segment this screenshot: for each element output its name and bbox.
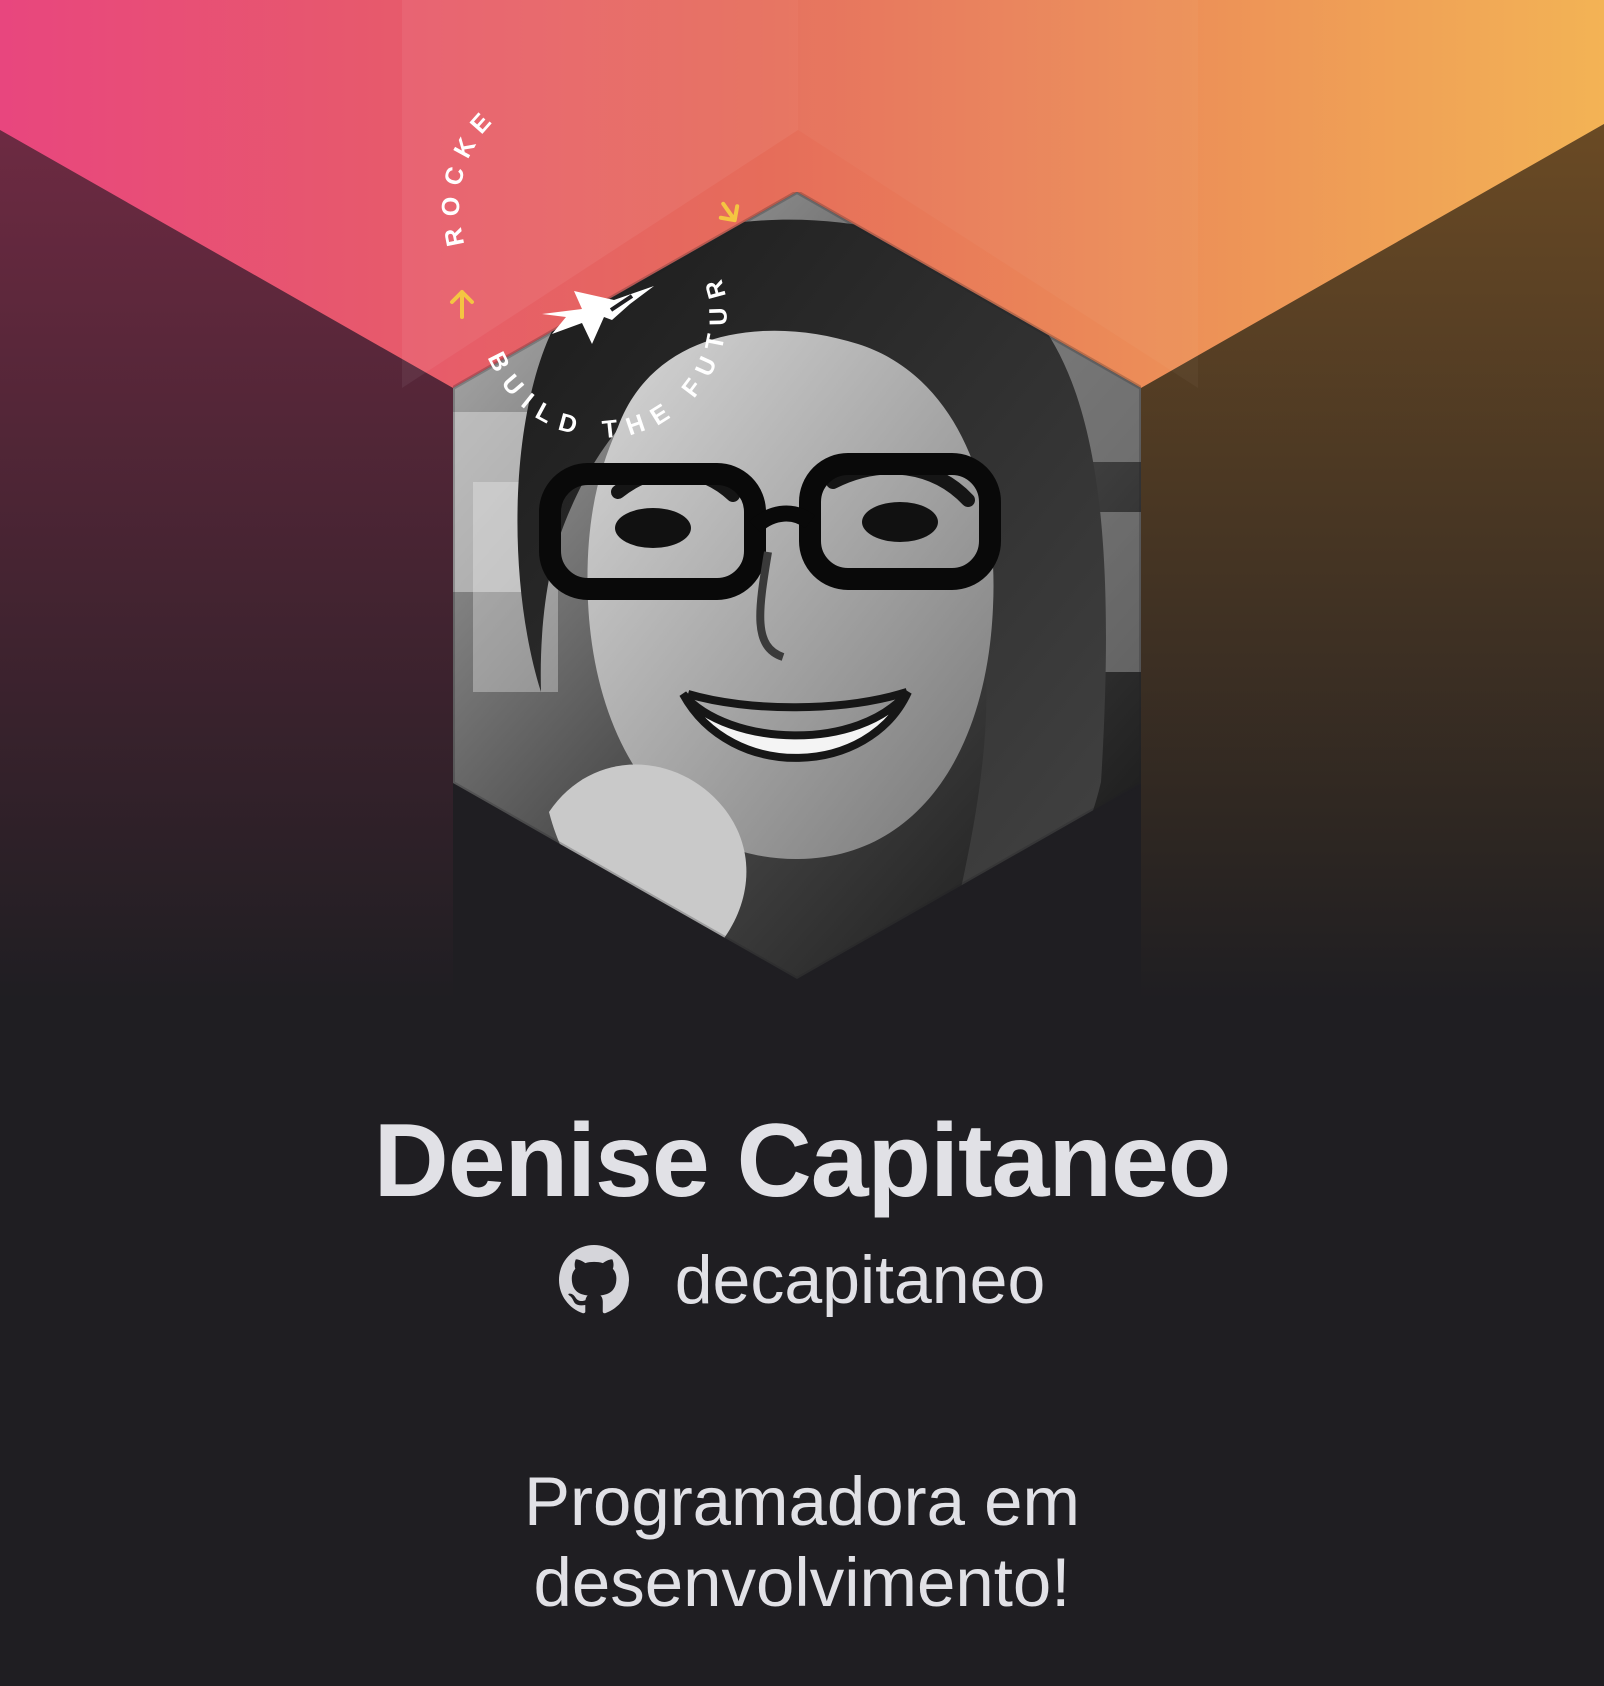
seal-arrow-right-icon [718,201,740,223]
profile-name: Denise Capitaneo [373,1103,1232,1219]
profile-bio: Programadora em desenvolvimento! [523,1463,1081,1621]
github-username: decapitaneo [674,1242,1046,1318]
profile-card: ROCKETSEAT BUILD THE FUTURE Denise Capit… [0,0,1604,1686]
rocket-icon [542,286,654,344]
seal-arrow-left-icon [450,290,474,319]
github-icon [558,1245,629,1315]
rocketseat-seal: ROCKETSEAT BUILD THE FUTURE [420,112,740,444]
seal-text-top: ROCKETSEAT [437,112,626,249]
github-profile-link[interactable]: decapitaneo [0,1240,1604,1320]
